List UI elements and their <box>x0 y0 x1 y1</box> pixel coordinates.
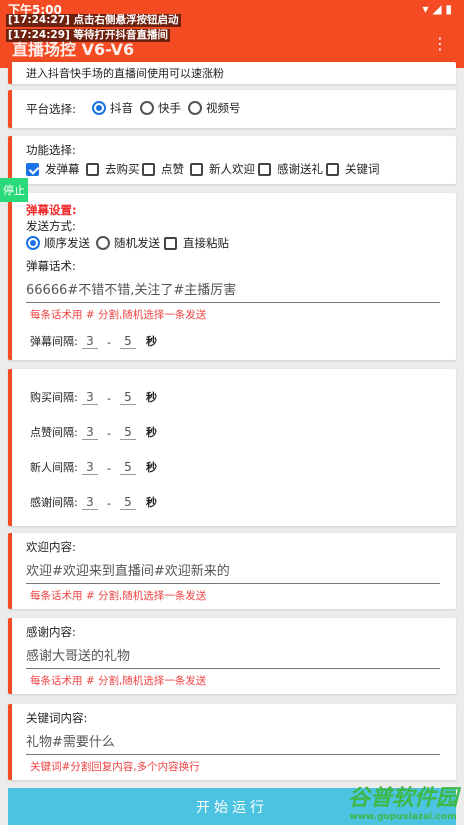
checkbox-like[interactable]: 点赞 <box>142 161 184 177</box>
danmu-script-input[interactable]: 66666#不错不错,关注了#主播厉害 <box>26 279 440 303</box>
interval-unit: 秒 <box>146 496 157 509</box>
checkbox-danmu[interactable]: 发弹幕 <box>26 161 80 177</box>
interval-min-input[interactable]: 3 <box>82 334 98 349</box>
log-line-1: [17:24:27] 点击右侧悬浮按钮启动 <box>6 14 181 27</box>
keyword-hint: 关键词#分割回复内容,多个内容换行 <box>30 761 200 773</box>
platform-label: 平台选择: <box>26 102 76 116</box>
radio-indicator <box>96 236 110 250</box>
interval-unit: 秒 <box>146 335 157 348</box>
checkbox-paste[interactable]: 直接粘贴 <box>164 235 229 251</box>
features-card: 功能选择: 发弹幕 去购买 点赞 新人欢迎 感谢送礼 关键词 <box>8 136 456 184</box>
more-vert-icon[interactable]: ⋮ <box>432 34 448 53</box>
radio-douyin[interactable]: 抖音 <box>92 100 133 116</box>
interval-min-input[interactable]: 3 <box>82 390 98 405</box>
banner-text: 进入抖音快手场的直播间使用可以速涨粉 <box>26 67 224 80</box>
features-label: 功能选择: <box>26 143 76 157</box>
watermark-main: 谷普软件园 <box>347 786 458 811</box>
send-mode-label: 发送方式: <box>26 219 76 233</box>
checkbox-thanks[interactable]: 感谢送礼 <box>258 161 323 177</box>
interval-unit: 秒 <box>146 391 157 404</box>
stop-button[interactable]: 停止 <box>0 178 28 202</box>
radio-indicator <box>92 101 106 115</box>
radio-label: 随机发送 <box>114 236 160 250</box>
interval-label: 点赞间隔: <box>30 426 78 439</box>
radio-label: 抖音 <box>110 101 133 115</box>
checkbox-indicator <box>142 162 155 176</box>
radio-kuaishou[interactable]: 快手 <box>140 100 181 116</box>
keyword-input[interactable]: 礼物#需要什么 <box>26 731 440 755</box>
newcomer-interval: 新人间隔: 3 - 5 秒 <box>30 455 157 475</box>
checkbox-indicator <box>164 236 177 250</box>
interval-max-input[interactable]: 5 <box>120 495 136 510</box>
danmu-script-label: 弹幕话术: <box>26 259 76 273</box>
interval-label: 弹幕间隔: <box>30 335 78 348</box>
danmu-interval: 弹幕间隔: 3 - 5 秒 <box>30 329 157 349</box>
thanks-interval: 感谢间隔: 3 - 5 秒 <box>30 490 157 510</box>
buy-interval: 购买间隔: 3 - 5 秒 <box>30 385 157 405</box>
welcome-label: 欢迎内容: <box>26 540 76 554</box>
checkbox-indicator <box>86 162 99 176</box>
danmu-title: 弹幕设置: <box>26 203 77 217</box>
checkbox-welcome[interactable]: 新人欢迎 <box>190 161 255 177</box>
radio-label: 快手 <box>158 101 181 115</box>
interval-label: 感谢间隔: <box>30 496 78 509</box>
thanks-label: 感谢内容: <box>26 625 76 639</box>
danmu-card: 弹幕设置: 发送方式: 顺序发送 随机发送 直接粘贴 弹幕话术: 66666#不… <box>8 193 456 360</box>
interval-dash: - <box>107 427 111 440</box>
interval-min-input[interactable]: 3 <box>82 460 98 475</box>
danmu-hint: 每条话术用 # 分割,随机选择一条发送 <box>30 309 207 321</box>
checkbox-label: 发弹幕 <box>45 162 80 176</box>
watermark-url: www.gupuxiazai.com <box>349 812 457 822</box>
interval-dash: - <box>107 336 111 349</box>
status-icons: ▾ ◢ ▮ <box>422 2 452 16</box>
radio-indicator <box>26 236 40 250</box>
checkbox-label: 感谢送礼 <box>277 162 323 176</box>
checkbox-buy[interactable]: 去购买 <box>86 161 140 177</box>
banner-card: 进入抖音快手场的直播间使用可以速涨粉 <box>8 62 456 84</box>
radio-label: 顺序发送 <box>44 236 90 250</box>
interval-label: 新人间隔: <box>30 461 78 474</box>
platform-card: 平台选择: 抖音 快手 视频号 <box>8 90 456 128</box>
intervals-card: 购买间隔: 3 - 5 秒 点赞间隔: 3 - 5 秒 新人间隔: 3 - 5 … <box>8 369 456 526</box>
checkbox-indicator <box>326 162 339 176</box>
checkbox-indicator <box>190 162 203 176</box>
interval-max-input[interactable]: 5 <box>120 460 136 475</box>
thanks-input[interactable]: 感谢大哥送的礼物 <box>26 645 440 669</box>
log-line-2: [17:24:29] 等待打开抖音直播间 <box>6 29 170 42</box>
interval-min-input[interactable]: 3 <box>82 425 98 440</box>
interval-dash: - <box>107 497 111 510</box>
checkbox-label: 直接粘贴 <box>183 236 229 250</box>
checkbox-indicator <box>26 162 39 176</box>
radio-shipinhao[interactable]: 视频号 <box>188 100 241 116</box>
welcome-input[interactable]: 欢迎#欢迎来到直播间#欢迎新来的 <box>26 560 440 584</box>
interval-unit: 秒 <box>146 461 157 474</box>
checkbox-keyword[interactable]: 关键词 <box>326 161 380 177</box>
interval-min-input[interactable]: 3 <box>82 495 98 510</box>
interval-dash: - <box>107 462 111 475</box>
thanks-hint: 每条话术用 # 分割,随机选择一条发送 <box>30 675 207 687</box>
radio-label: 视频号 <box>206 101 241 115</box>
watermark-logo: 谷普软件园 www.gupuxiazai.com <box>348 780 458 822</box>
radio-indicator <box>188 101 202 115</box>
like-interval: 点赞间隔: 3 - 5 秒 <box>30 420 157 440</box>
welcome-card: 欢迎内容: 欢迎#欢迎来到直播间#欢迎新来的 每条话术用 # 分割,随机选择一条… <box>8 533 456 609</box>
radio-indicator <box>140 101 154 115</box>
interval-max-input[interactable]: 5 <box>120 390 136 405</box>
interval-label: 购买间隔: <box>30 391 78 404</box>
thanks-card: 感谢内容: 感谢大哥送的礼物 每条话术用 # 分割,随机选择一条发送 <box>8 618 456 694</box>
interval-max-input[interactable]: 5 <box>120 425 136 440</box>
keyword-card: 关键词内容: 礼物#需要什么 关键词#分割回复内容,多个内容换行 <box>8 704 456 780</box>
radio-sequential[interactable]: 顺序发送 <box>26 235 90 251</box>
checkbox-label: 去购买 <box>105 162 140 176</box>
checkbox-label: 点赞 <box>161 162 184 176</box>
interval-unit: 秒 <box>146 426 157 439</box>
checkbox-label: 关键词 <box>345 162 380 176</box>
keyword-label: 关键词内容: <box>26 711 88 725</box>
checkbox-indicator <box>258 162 271 176</box>
radio-random[interactable]: 随机发送 <box>96 235 160 251</box>
interval-max-input[interactable]: 5 <box>120 334 136 349</box>
checkbox-label: 新人欢迎 <box>209 162 255 176</box>
interval-dash: - <box>107 392 111 405</box>
welcome-hint: 每条话术用 # 分割,随机选择一条发送 <box>30 590 207 602</box>
